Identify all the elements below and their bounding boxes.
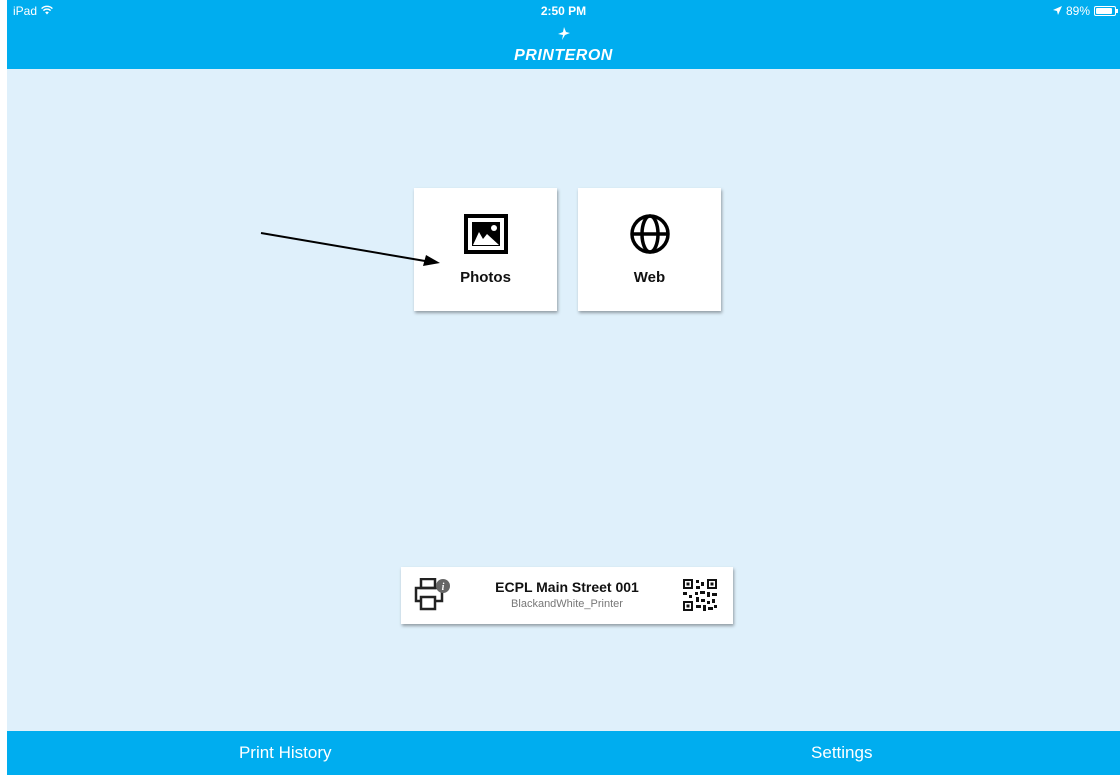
photos-tile[interactable]: Photos <box>414 188 557 311</box>
nav-bar: PRINTERON <box>7 22 1120 69</box>
status-right: 89% <box>1052 4 1118 18</box>
logo-text: PRINTERON <box>514 46 613 64</box>
web-label: Web <box>633 269 666 286</box>
location-arrow-icon <box>1052 4 1062 18</box>
printer-name: ECPL Main Street 001 <box>495 579 639 595</box>
app-screen: iPad 2:50 PM 89% PRINTERON Photos Web i … <box>7 0 1120 775</box>
battery-icon <box>1094 6 1118 16</box>
photo-icon <box>463 213 508 255</box>
globe-icon <box>628 213 672 255</box>
annotation-arrow <box>260 232 440 266</box>
svg-text:i: i <box>442 582 445 593</box>
printer-text: ECPL Main Street 001 BlackandWhite_Print… <box>471 579 663 610</box>
tab-settings[interactable]: Settings <box>564 731 1120 775</box>
printer-info-icon: i <box>414 577 454 617</box>
battery-fill <box>1096 8 1113 14</box>
selected-printer-card[interactable]: i ECPL Main Street 001 BlackandWhite_Pri… <box>401 567 733 624</box>
printeron-logo: PRINTERON <box>7 22 1120 69</box>
web-tile[interactable]: Web <box>578 188 721 311</box>
status-time: 2:50 PM <box>540 4 587 18</box>
tab-print-history[interactable]: Print History <box>7 731 564 775</box>
printer-queue: BlackandWhite_Printer <box>511 598 623 610</box>
photos-label: Photos <box>460 269 511 286</box>
bird-icon <box>557 26 571 46</box>
bottom-tab-bar: Print History Settings <box>7 731 1120 775</box>
status-bar: iPad 2:50 PM 89% <box>7 0 1120 22</box>
qr-code-icon[interactable] <box>683 579 717 616</box>
battery-percent: 89% <box>1065 4 1090 18</box>
